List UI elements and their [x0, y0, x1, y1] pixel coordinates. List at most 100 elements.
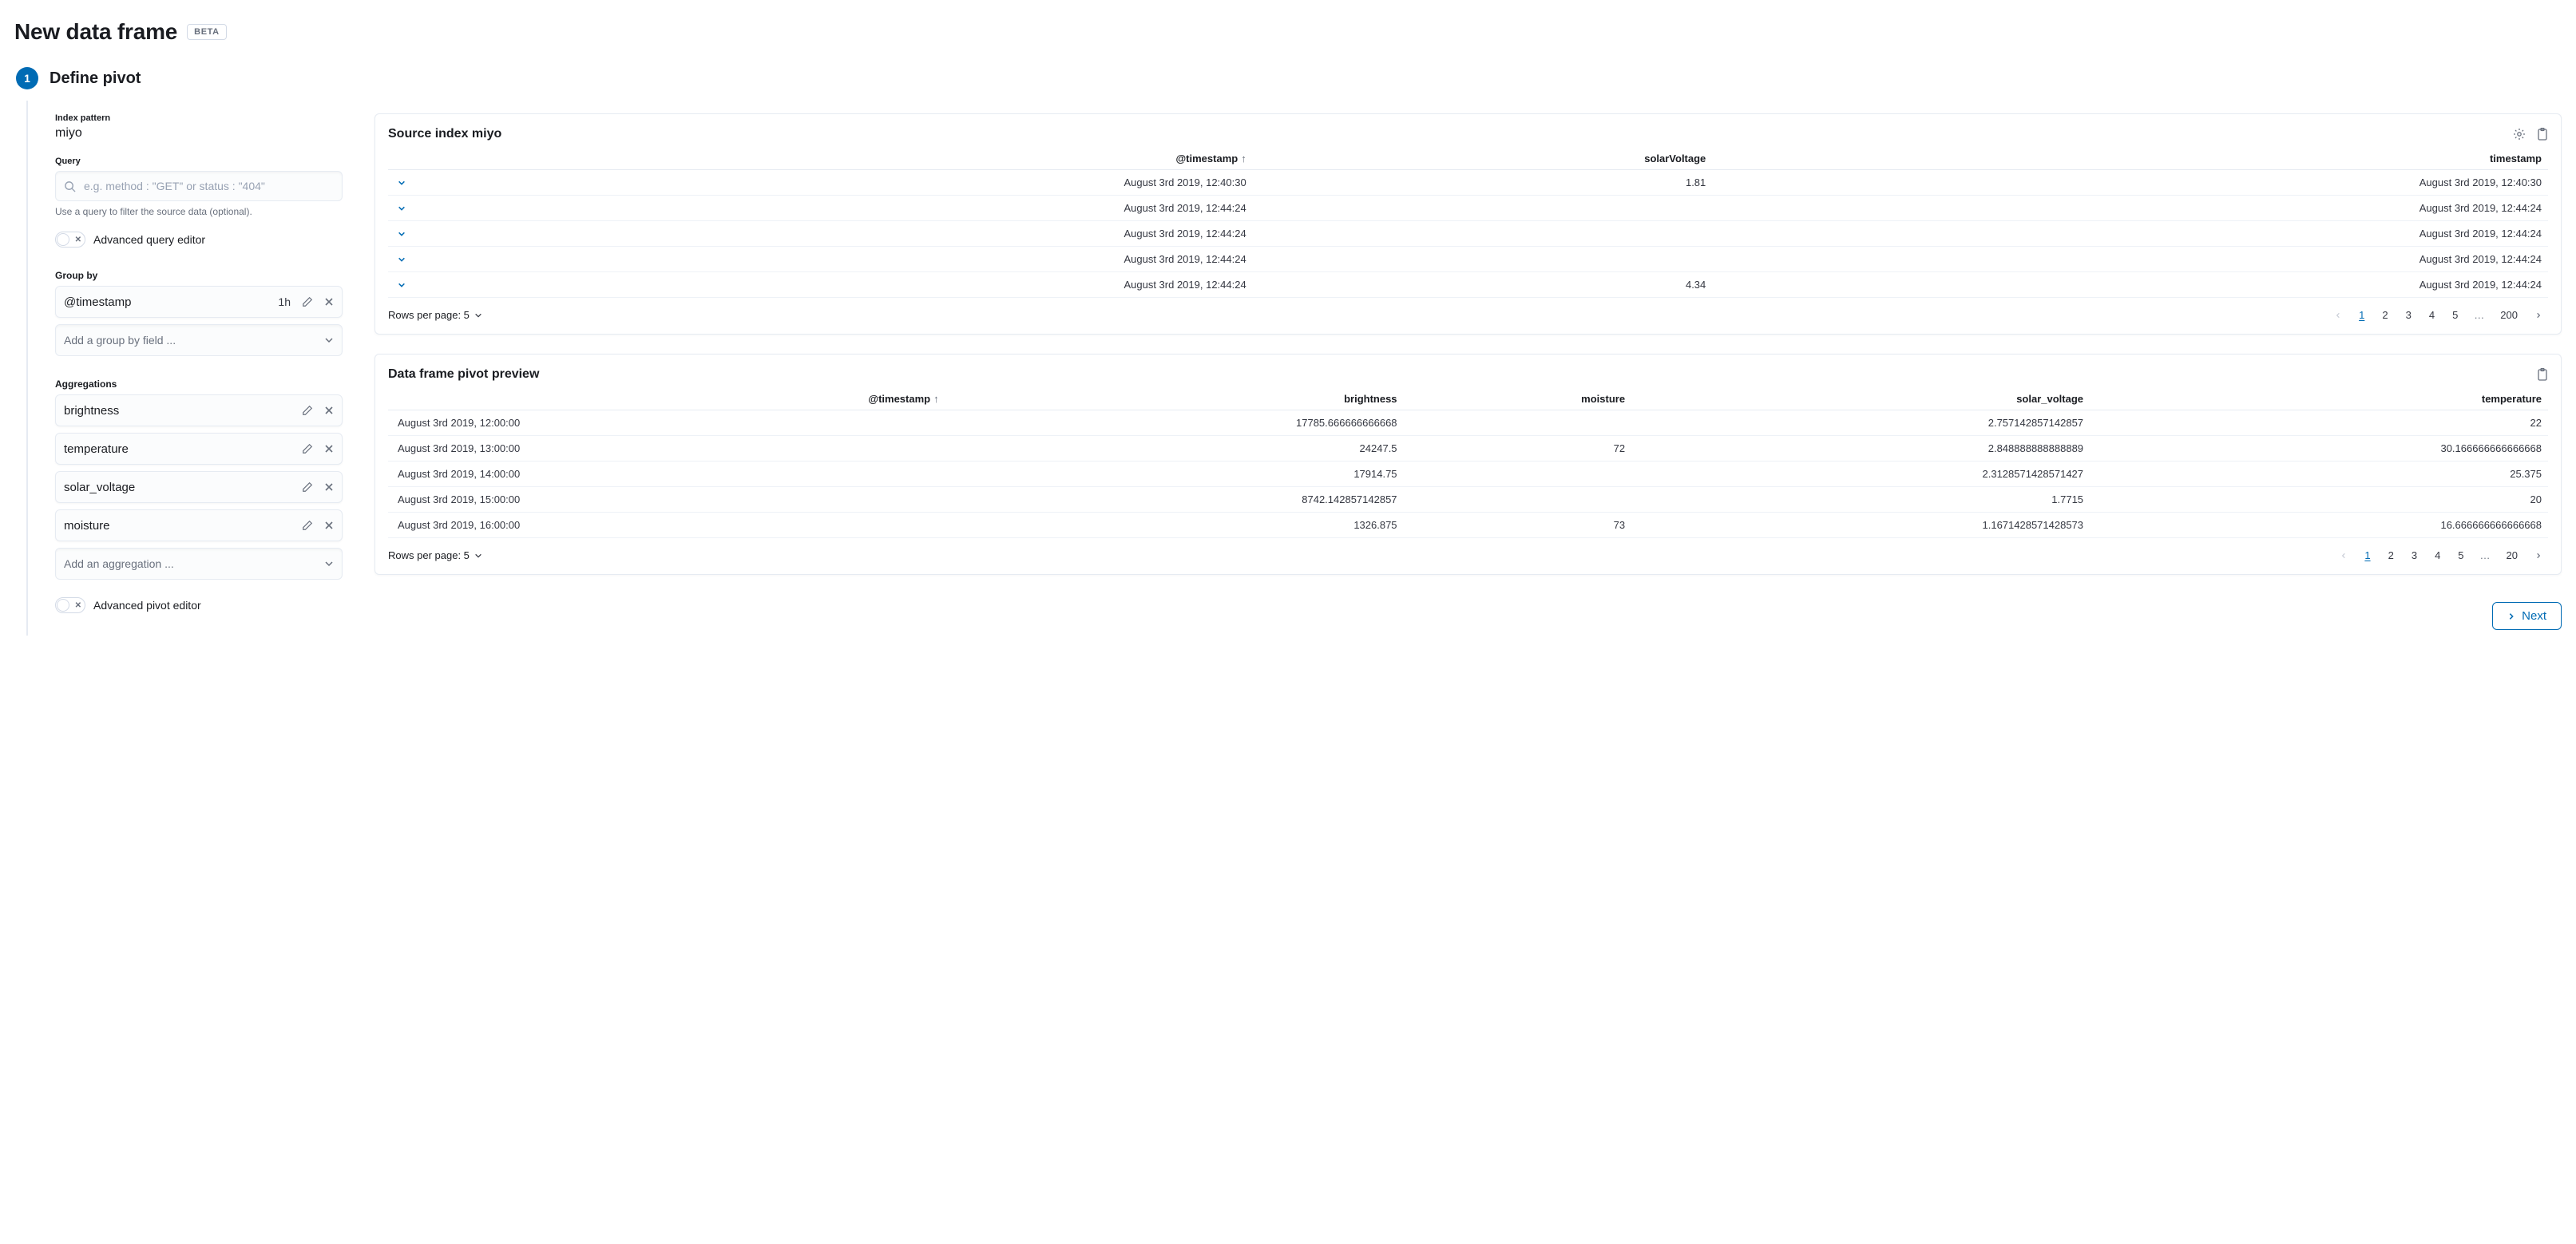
- table-row: August 3rd 2019, 12:44:24August 3rd 2019…: [388, 221, 2548, 247]
- aggregation-chip: temperature: [55, 433, 343, 465]
- cell: 1326.875: [945, 513, 1404, 538]
- column-header[interactable]: temperature: [2090, 388, 2548, 410]
- expand-row-button[interactable]: [398, 230, 410, 238]
- close-icon[interactable]: [324, 406, 334, 415]
- column-header[interactable]: solarVoltage: [1253, 148, 1713, 170]
- query-help-text: Use a query to filter the source data (o…: [55, 206, 343, 217]
- table-row: August 3rd 2019, 12:00:0017785.666666666…: [388, 410, 2548, 436]
- expand-row-button[interactable]: [398, 204, 410, 212]
- aggregation-field-name: temperature: [64, 442, 129, 456]
- preview-panel: Data frame pivot preview @timestamp↑: [375, 354, 2562, 575]
- step-title: Define pivot: [50, 69, 141, 88]
- pager-ellipsis: …: [2475, 546, 2495, 565]
- pager-page[interactable]: 2: [2382, 546, 2400, 565]
- expand-row-button[interactable]: [398, 179, 410, 187]
- clipboard-icon[interactable]: [2537, 368, 2548, 381]
- advanced-query-toggle[interactable]: ✕: [55, 232, 85, 248]
- search-icon: [64, 180, 76, 192]
- cell: 2.3128571428571427: [1631, 462, 2090, 487]
- beta-badge: BETA: [187, 24, 227, 40]
- pager-prev[interactable]: [2328, 308, 2348, 323]
- expand-row-button[interactable]: [398, 256, 410, 263]
- group-by-field-name: @timestamp: [64, 295, 131, 309]
- query-input[interactable]: [82, 179, 334, 193]
- cell: August 3rd 2019, 15:00:00: [388, 487, 945, 513]
- chevron-right-icon: [2507, 612, 2515, 621]
- cell: [1404, 462, 1632, 487]
- aggregations-placeholder: Add an aggregation ...: [64, 557, 174, 570]
- pencil-icon[interactable]: [302, 405, 313, 416]
- rows-per-page-select[interactable]: Rows per page: 5: [388, 309, 482, 321]
- cell: [1404, 410, 1632, 436]
- column-header-sortable[interactable]: @timestamp↑: [388, 388, 945, 410]
- close-icon[interactable]: [324, 297, 334, 307]
- pager-ellipsis: …: [2469, 306, 2489, 324]
- cell: August 3rd 2019, 12:44:24: [1712, 272, 2548, 298]
- cell: August 3rd 2019, 12:44:24: [417, 272, 1253, 298]
- cell: August 3rd 2019, 12:00:00: [388, 410, 945, 436]
- column-header[interactable]: brightness: [945, 388, 1404, 410]
- pager-page[interactable]: 5: [2451, 546, 2470, 565]
- aggregations-add-field[interactable]: Add an aggregation ...: [55, 548, 343, 580]
- cell: 4.34: [1253, 272, 1713, 298]
- pencil-icon[interactable]: [302, 443, 313, 454]
- pager-page[interactable]: 20: [2500, 546, 2524, 565]
- close-icon[interactable]: [324, 444, 334, 454]
- rows-per-page-select[interactable]: Rows per page: 5: [388, 549, 482, 561]
- cell: August 3rd 2019, 12:40:30: [417, 170, 1253, 196]
- group-by-placeholder: Add a group by field ...: [64, 334, 176, 347]
- pencil-icon[interactable]: [302, 520, 313, 531]
- pager-page[interactable]: 1: [2352, 306, 2371, 324]
- next-button[interactable]: Next: [2492, 602, 2562, 630]
- source-panel-title: Source index miyo: [388, 127, 501, 141]
- pager-page[interactable]: 200: [2494, 306, 2524, 324]
- group-by-interval: 1h: [278, 295, 291, 308]
- cell: 16.666666666666668: [2090, 513, 2548, 538]
- close-icon[interactable]: [324, 521, 334, 530]
- pager-next[interactable]: [2529, 549, 2548, 563]
- close-icon[interactable]: [324, 482, 334, 492]
- aggregation-field-name: brightness: [64, 404, 119, 418]
- pager-page[interactable]: 2: [2376, 306, 2394, 324]
- preview-panel-title: Data frame pivot preview: [388, 367, 539, 382]
- advanced-query-label: Advanced query editor: [93, 233, 205, 246]
- pager-page[interactable]: 4: [2423, 306, 2441, 324]
- column-header-sortable[interactable]: @timestamp↑: [417, 148, 1253, 170]
- cell: 25.375: [2090, 462, 2548, 487]
- page-title: New data frame: [14, 19, 177, 45]
- table-row: August 3rd 2019, 12:40:301.81August 3rd …: [388, 170, 2548, 196]
- cell: 1.1671428571428573: [1631, 513, 2090, 538]
- cell: August 3rd 2019, 12:44:24: [417, 221, 1253, 247]
- pager-page[interactable]: 3: [2405, 546, 2423, 565]
- chevron-down-icon: [324, 559, 334, 569]
- column-header[interactable]: solar_voltage: [1631, 388, 2090, 410]
- advanced-pivot-toggle[interactable]: ✕: [55, 597, 85, 613]
- source-panel: Source index miyo: [375, 113, 2562, 335]
- column-header[interactable]: moisture: [1404, 388, 1632, 410]
- index-pattern-value: miyo: [55, 126, 343, 141]
- cell: 1.7715: [1631, 487, 2090, 513]
- clipboard-icon[interactable]: [2537, 128, 2548, 141]
- pager-page[interactable]: 5: [2446, 306, 2464, 324]
- gear-icon[interactable]: [2513, 128, 2526, 141]
- pencil-icon[interactable]: [302, 481, 313, 493]
- group-by-add-field[interactable]: Add a group by field ...: [55, 324, 343, 356]
- pager-page[interactable]: 3: [2400, 306, 2418, 324]
- pager-page[interactable]: 1: [2358, 546, 2376, 565]
- index-pattern-label: Index pattern: [55, 113, 343, 123]
- expand-row-button[interactable]: [398, 281, 410, 289]
- cell: August 3rd 2019, 16:00:00: [388, 513, 945, 538]
- pager-page[interactable]: 4: [2428, 546, 2447, 565]
- pager-prev[interactable]: [2334, 549, 2353, 563]
- query-input-wrapper[interactable]: [55, 171, 343, 201]
- cell: 2.848888888888889: [1631, 436, 2090, 462]
- cell: 24247.5: [945, 436, 1404, 462]
- cell: August 3rd 2019, 12:44:24: [417, 196, 1253, 221]
- column-header[interactable]: timestamp: [1712, 148, 2548, 170]
- pencil-icon[interactable]: [302, 296, 313, 307]
- cell: 1.81: [1253, 170, 1713, 196]
- pager-next[interactable]: [2529, 308, 2548, 323]
- table-row: August 3rd 2019, 12:44:24August 3rd 2019…: [388, 247, 2548, 272]
- chevron-down-icon: [474, 311, 482, 319]
- cell: [1253, 196, 1713, 221]
